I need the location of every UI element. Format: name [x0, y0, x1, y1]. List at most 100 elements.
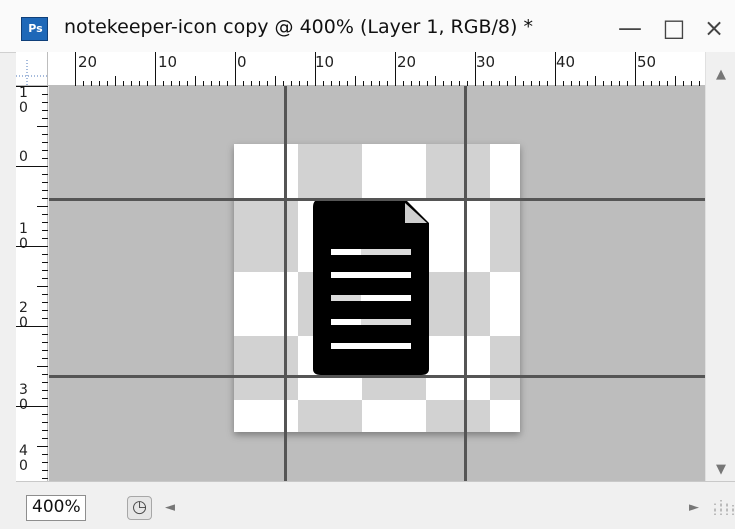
vertical-guide-line[interactable]: [464, 86, 467, 481]
ruler-tick: [42, 462, 48, 463]
ruler-tick: [42, 150, 48, 151]
horizontal-ruler-label: 20: [397, 53, 417, 71]
ruler-tick: [515, 76, 516, 86]
minimize-button[interactable]: —: [616, 14, 644, 42]
ruler-tick: [475, 52, 476, 86]
ruler-tick: [42, 334, 48, 335]
scroll-left-arrow-icon[interactable]: ◄: [164, 500, 176, 515]
maximize-button[interactable]: □: [660, 14, 688, 42]
ruler-tick: [16, 246, 48, 247]
ruler-tick: [42, 190, 48, 191]
horizontal-ruler[interactable]: 20 10 0 10 20 30 40 50: [48, 52, 708, 86]
ruler-tick: [42, 230, 48, 231]
horizontal-guide-line[interactable]: [49, 198, 705, 201]
ruler-tick: [42, 142, 48, 143]
vertical-ruler-label: 40: [19, 443, 28, 474]
vertical-ruler[interactable]: 10 0 10 20 30 40: [16, 86, 48, 481]
transparency-checker-tile: [234, 336, 298, 400]
proof-setup-button[interactable]: ◷: [127, 496, 152, 520]
ruler-tick: [42, 270, 48, 271]
ruler-tick: [195, 76, 196, 86]
ruler-tick: [42, 294, 48, 295]
horizontal-scrollbar[interactable]: ◄ ►: [158, 495, 708, 521]
ruler-tick: [42, 438, 48, 439]
ruler-tick: [675, 76, 676, 86]
clock-icon: ◷: [132, 497, 147, 517]
ruler-tick: [16, 326, 48, 327]
photoshop-logo-icon: Ps: [21, 17, 48, 41]
ruler-tick: [42, 158, 48, 159]
ruler-tick: [635, 52, 636, 86]
vertical-ruler-label: 30: [19, 382, 28, 413]
ruler-tick: [42, 118, 48, 119]
ruler-tick: [42, 102, 48, 103]
resize-grip-icon[interactable]: .:..::::::::: [712, 498, 735, 518]
ruler-tick: [37, 126, 48, 127]
status-bar: 400% ◷ ◄ ► .:..::::::::: [16, 481, 735, 529]
ruler-tick: [42, 342, 48, 343]
scroll-right-arrow-icon[interactable]: ►: [688, 500, 700, 515]
ruler-tick: [42, 214, 48, 215]
transparency-checker-tile: [234, 200, 298, 272]
ruler-tick: [42, 134, 48, 135]
ruler-tick: [42, 310, 48, 311]
horizontal-guide-line[interactable]: [49, 375, 705, 378]
ruler-tick: [42, 198, 48, 199]
window-titlebar[interactable]: Ps notekeeper-icon copy @ 400% (Layer 1,…: [0, 0, 735, 53]
ruler-tick: [155, 52, 156, 86]
ruler-tick: [42, 110, 48, 111]
ruler-tick: [42, 94, 48, 95]
ruler-tick: [16, 86, 48, 87]
ruler-tick: [235, 52, 236, 86]
ruler-tick: [395, 52, 396, 86]
ruler-tick: [555, 52, 556, 86]
transparency-checker-tile: [490, 200, 520, 272]
ruler-tick: [75, 52, 76, 86]
ruler-tick: [42, 398, 48, 399]
ruler-tick: [42, 254, 48, 255]
ruler-tick: [42, 390, 48, 391]
ruler-tick: [42, 422, 48, 423]
ruler-origin[interactable]: [16, 52, 48, 86]
document-canvas-area[interactable]: [49, 86, 705, 481]
ruler-tick: [42, 358, 48, 359]
document-title: notekeeper-icon copy @ 400% (Layer 1, RG…: [64, 16, 533, 38]
notekeeper-document-icon: [313, 199, 429, 375]
horizontal-ruler-label: 20: [78, 53, 98, 71]
photoshop-logo-text: Ps: [28, 22, 43, 35]
vertical-ruler-label: 0: [19, 149, 28, 165]
vertical-guide-line[interactable]: [284, 86, 287, 481]
ruler-tick: [42, 382, 48, 383]
ruler-tick: [435, 76, 436, 86]
document-canvas[interactable]: [234, 144, 520, 432]
vertical-ruler-label: 10: [19, 85, 28, 116]
transparency-checker-tile: [426, 144, 490, 200]
zoom-level-field[interactable]: 400%: [26, 495, 86, 521]
close-button[interactable]: ×: [700, 14, 728, 42]
vertical-scrollbar[interactable]: ▲ ▼: [705, 52, 735, 481]
ruler-tick: [16, 406, 48, 407]
ruler-tick: [37, 286, 48, 287]
ruler-tick: [37, 366, 48, 367]
ruler-tick: [42, 174, 48, 175]
photoshop-document-window: Ps notekeeper-icon copy @ 400% (Layer 1,…: [0, 0, 735, 529]
ruler-tick: [42, 182, 48, 183]
scroll-down-arrow-icon[interactable]: ▼: [714, 462, 728, 477]
ruler-tick: [595, 76, 596, 86]
transparency-checker-tile: [298, 144, 362, 200]
ruler-tick: [42, 318, 48, 319]
ruler-tick: [37, 206, 48, 207]
ruler-tick: [42, 478, 48, 479]
ruler-tick: [42, 350, 48, 351]
ruler-tick: [42, 238, 48, 239]
ruler-tick: [42, 262, 48, 263]
ruler-origin-crosshair-icon: [16, 60, 48, 86]
horizontal-ruler-label: 30: [476, 53, 496, 71]
ruler-tick: [42, 454, 48, 455]
ruler-tick: [355, 76, 356, 86]
ruler-tick: [37, 446, 48, 447]
ruler-tick: [42, 430, 48, 431]
ruler-tick: [42, 222, 48, 223]
scroll-up-arrow-icon[interactable]: ▲: [714, 67, 728, 82]
ruler-tick: [42, 414, 48, 415]
